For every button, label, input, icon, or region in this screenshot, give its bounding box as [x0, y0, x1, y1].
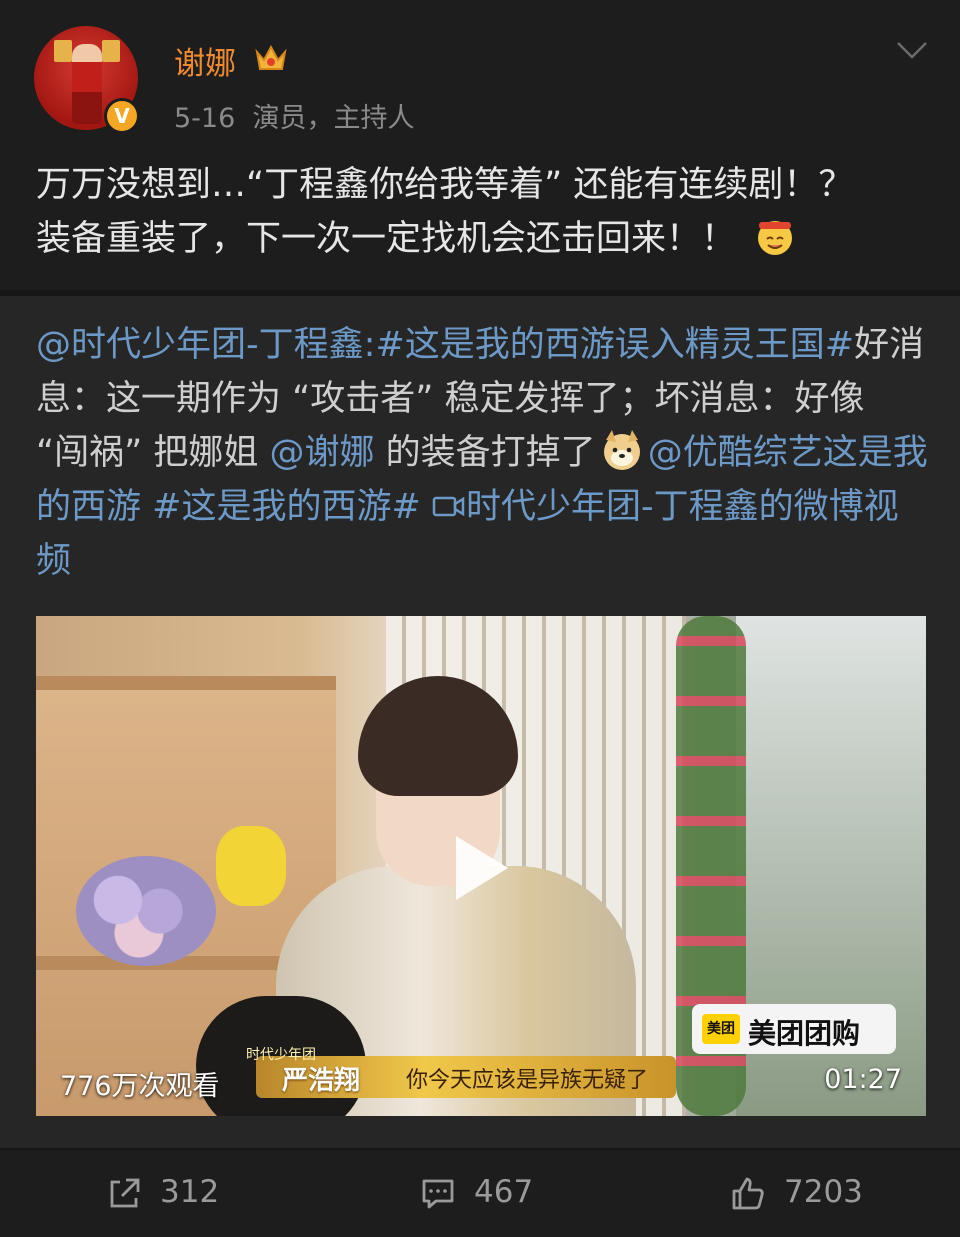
chevron-down-icon[interactable] — [896, 40, 928, 60]
post-meta: 5-16 演员，主持人 — [174, 96, 414, 135]
post-text-line-2-content: 装备重装了，下一次一定找机会还击回来！！ — [36, 219, 737, 259]
post-text-line-2: 装备重装了，下一次一定找机会还击回来！！ — [36, 212, 926, 266]
like-count: 7203 — [784, 1174, 863, 1210]
view-count: 776万次观看 — [60, 1071, 220, 1102]
thumbs-up-icon — [732, 1177, 764, 1210]
mention-link-2[interactable]: @谢娜 — [270, 433, 375, 473]
caption-line: 你今天应该是异族无疑了 — [406, 1068, 649, 1093]
mention-colon: : — [363, 325, 376, 365]
comment-count: 467 — [474, 1174, 534, 1210]
video-player[interactable]: 时代少年团 严浩翔 你今天应该是异族无疑了 美团 美团团购 776万次观看 01… — [36, 616, 926, 1116]
video-bg-flowers — [76, 856, 216, 966]
avatar-figure — [72, 44, 102, 124]
crown-icon — [255, 44, 287, 70]
video-duration: 01:27 — [824, 1064, 902, 1095]
post-text-line: 万万没想到…“丁程鑫你给我等着” 还能有连续剧！？ — [36, 165, 854, 205]
doge-emoji-icon — [603, 430, 640, 470]
mention-link[interactable]: @时代少年团-丁程鑫 — [36, 325, 364, 365]
verified-badge-icon: V — [104, 98, 140, 134]
avatar-decoration — [54, 40, 72, 62]
author-desc: 演员，主持人 — [252, 103, 415, 134]
share-count: 312 — [160, 1174, 220, 1210]
action-bar: 312 467 7203 — [0, 1150, 960, 1237]
sponsor-text: 美团团购 — [748, 1017, 861, 1050]
sponsor-badge: 美团 美团团购 — [692, 1004, 896, 1054]
author-name[interactable]: 谢娜 — [174, 38, 236, 83]
post-text: 万万没想到…“丁程鑫你给我等着” 还能有连续剧！？ 装备重装了，下一次一定找机会… — [36, 158, 926, 266]
caption-name: 严浩翔 — [282, 1066, 361, 1096]
meituan-logo-icon: 美团 — [702, 1014, 740, 1044]
smiling-emoji-icon — [758, 221, 793, 255]
repost-body-text-2: 的装备打掉了 — [374, 433, 596, 473]
repost-text: @时代少年团-丁程鑫:#这是我的西游误入精灵王国#好消息：这一期作为 “攻击者”… — [36, 318, 928, 588]
person-hair — [358, 676, 518, 796]
topic-link-2[interactable]: #这是我的西游# — [152, 487, 421, 527]
post-time: 5-16 — [174, 103, 236, 134]
avatar-decoration — [102, 40, 120, 62]
video-camera-icon — [432, 496, 465, 517]
share-icon — [110, 1178, 140, 1208]
play-icon[interactable] — [456, 836, 508, 900]
topic-link[interactable]: #这是我的西游误入精灵王国# — [375, 325, 854, 365]
comment-icon — [422, 1179, 454, 1209]
